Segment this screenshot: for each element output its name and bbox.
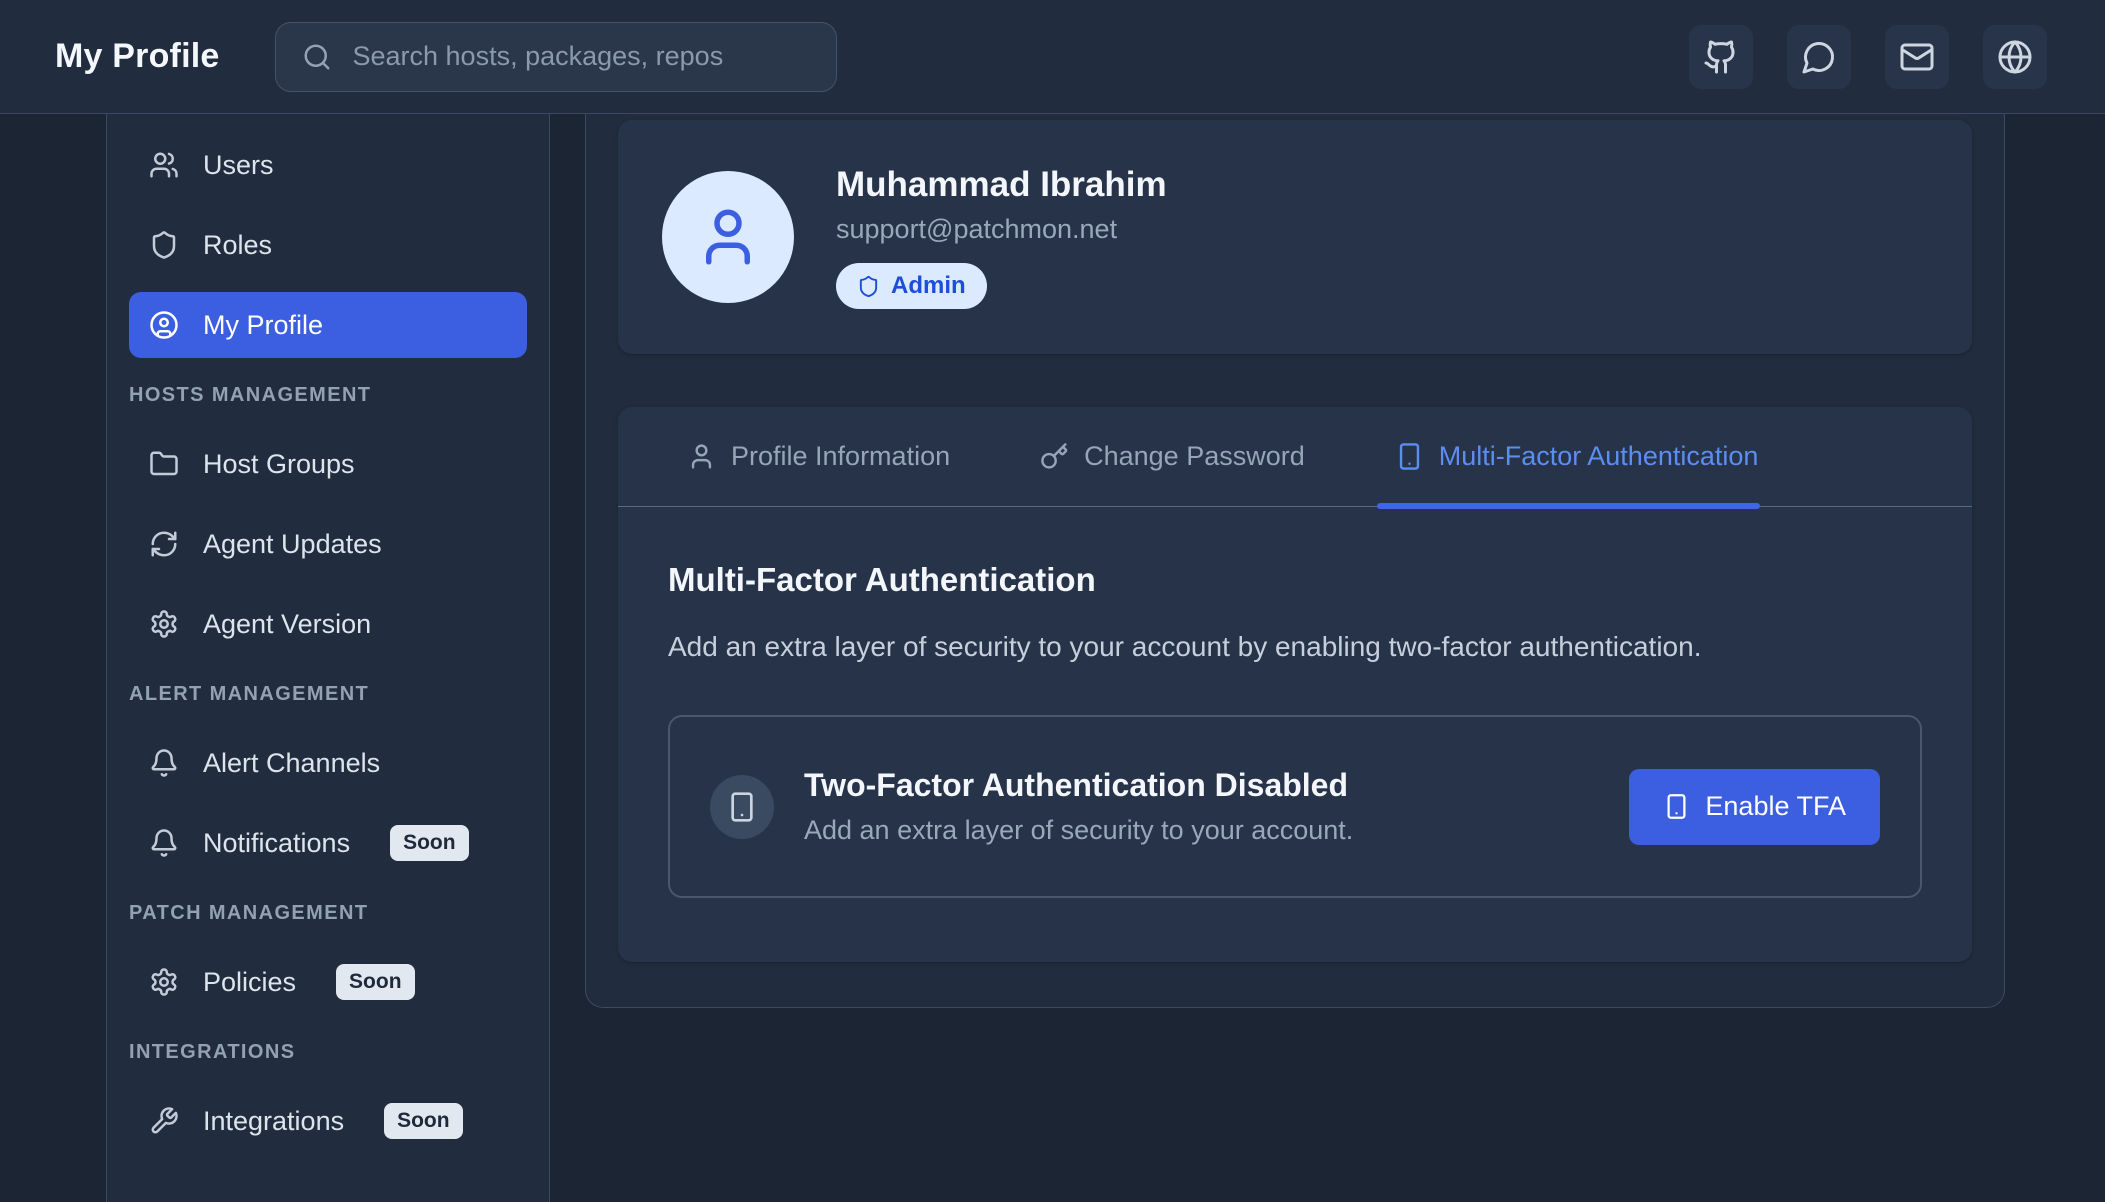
smartphone-icon [1663,793,1690,820]
sidebar-item-label: Users [203,150,274,181]
profile-email: support@patchmon.net [836,214,1167,245]
smartphone-icon [1395,442,1424,471]
settings-tabs-card: Profile Information Change Password Multi-… [618,407,1972,962]
role-badge-label: Admin [891,272,966,300]
mfa-description: Add an extra layer of security to your a… [668,631,1922,663]
main-content-frame: Muhammad Ibrahim support@patchmon.net Ad… [585,114,2005,1008]
shield-icon [857,275,880,298]
sidebar-item-label: Roles [203,230,272,261]
message-circle-button[interactable] [1787,25,1851,89]
sidebar-item-policies[interactable]: Policies Soon [129,949,527,1015]
tfa-status-texts: Two-Factor Authentication Disabled Add a… [804,767,1353,846]
soon-badge: Soon [390,825,469,860]
profile-info: Muhammad Ibrahim support@patchmon.net Ad… [836,165,1167,309]
github-button[interactable] [1689,25,1753,89]
sidebar-item-host-groups[interactable]: Host Groups [129,431,527,497]
search-icon [302,42,332,72]
page-title: My Profile [55,37,219,76]
user-icon [695,204,761,270]
sidebar-section-hosts-management: HOSTS MANAGEMENT [129,382,527,408]
global-search [275,22,837,92]
mail-button[interactable] [1885,25,1949,89]
sidebar-item-label: Alert Channels [203,748,380,779]
bell-icon [149,828,179,858]
user-icon [687,442,716,471]
gear-icon [149,967,179,997]
search-input[interactable] [350,40,810,73]
sidebar-item-integrations[interactable]: Integrations Soon [129,1088,527,1154]
bell-icon [149,748,179,778]
mfa-heading: Multi-Factor Authentication [668,561,1922,599]
tfa-status-icon-circle [710,775,774,839]
tab-multi-factor-authentication[interactable]: Multi-Factor Authentication [1395,407,1759,506]
sidebar-item-my-profile[interactable]: My Profile [129,292,527,358]
header-actions [1689,25,2047,89]
tab-change-password[interactable]: Change Password [1040,407,1305,506]
message-circle-icon [1801,39,1837,75]
enable-tfa-button[interactable]: Enable TFA [1629,769,1880,845]
sidebar-item-roles[interactable]: Roles [129,212,527,278]
sidebar-item-label: Agent Updates [203,529,382,560]
wrench-icon [149,1106,179,1136]
sidebar-item-agent-updates[interactable]: Agent Updates [129,511,527,577]
gear-icon [149,609,179,639]
sidebar-item-label: Policies [203,967,296,998]
mfa-tab-content: Multi-Factor Authentication Add an extra… [618,507,1972,962]
settings-sidebar: Users Roles My Profile HOSTS MANAGEMENT Host… [106,114,550,1202]
tabs-row: Profile Information Change Password Multi-… [618,407,1972,507]
sidebar-section-integrations: INTEGRATIONS [129,1039,527,1065]
mail-icon [1899,39,1935,75]
tfa-status-subtitle: Add an extra layer of security to your a… [804,815,1353,846]
sidebar-item-label: Agent Version [203,609,371,640]
github-icon [1703,39,1739,75]
enable-tfa-label: Enable TFA [1705,791,1846,822]
users-icon [149,150,179,180]
shield-icon [149,230,179,260]
sidebar-item-label: Notifications [203,828,350,859]
soon-badge: Soon [384,1103,463,1138]
tab-label: Profile Information [731,441,950,472]
left-rail [0,114,106,1202]
sidebar-item-label: My Profile [203,310,323,341]
profile-header-card: Muhammad Ibrahim support@patchmon.net Ad… [618,120,1972,354]
sidebar-item-notifications[interactable]: Notifications Soon [129,810,527,876]
sidebar-section-alert-management: ALERT MANAGEMENT [129,681,527,707]
role-badge: Admin [836,263,987,309]
refresh-icon [149,529,179,559]
globe-button[interactable] [1983,25,2047,89]
globe-icon [1997,39,2033,75]
tab-label: Change Password [1084,441,1305,472]
smartphone-icon [726,791,758,823]
tab-profile-information[interactable]: Profile Information [687,407,950,506]
circle-user-icon [149,310,179,340]
sidebar-item-label: Integrations [203,1106,344,1137]
top-header: My Profile [0,0,2105,114]
sidebar-item-alert-channels[interactable]: Alert Channels [129,730,527,796]
folder-icon [149,449,179,479]
sidebar-item-agent-version[interactable]: Agent Version [129,591,527,657]
sidebar-item-label: Host Groups [203,449,355,480]
tab-label: Multi-Factor Authentication [1439,441,1759,472]
sidebar-section-patch-management: PATCH MANAGEMENT [129,900,527,926]
key-icon [1040,442,1069,471]
profile-name: Muhammad Ibrahim [836,165,1167,205]
soon-badge: Soon [336,964,415,999]
tfa-status-title: Two-Factor Authentication Disabled [804,767,1353,804]
tfa-status-card: Two-Factor Authentication Disabled Add a… [668,715,1922,898]
avatar [662,171,794,303]
sidebar-item-users[interactable]: Users [129,132,527,198]
